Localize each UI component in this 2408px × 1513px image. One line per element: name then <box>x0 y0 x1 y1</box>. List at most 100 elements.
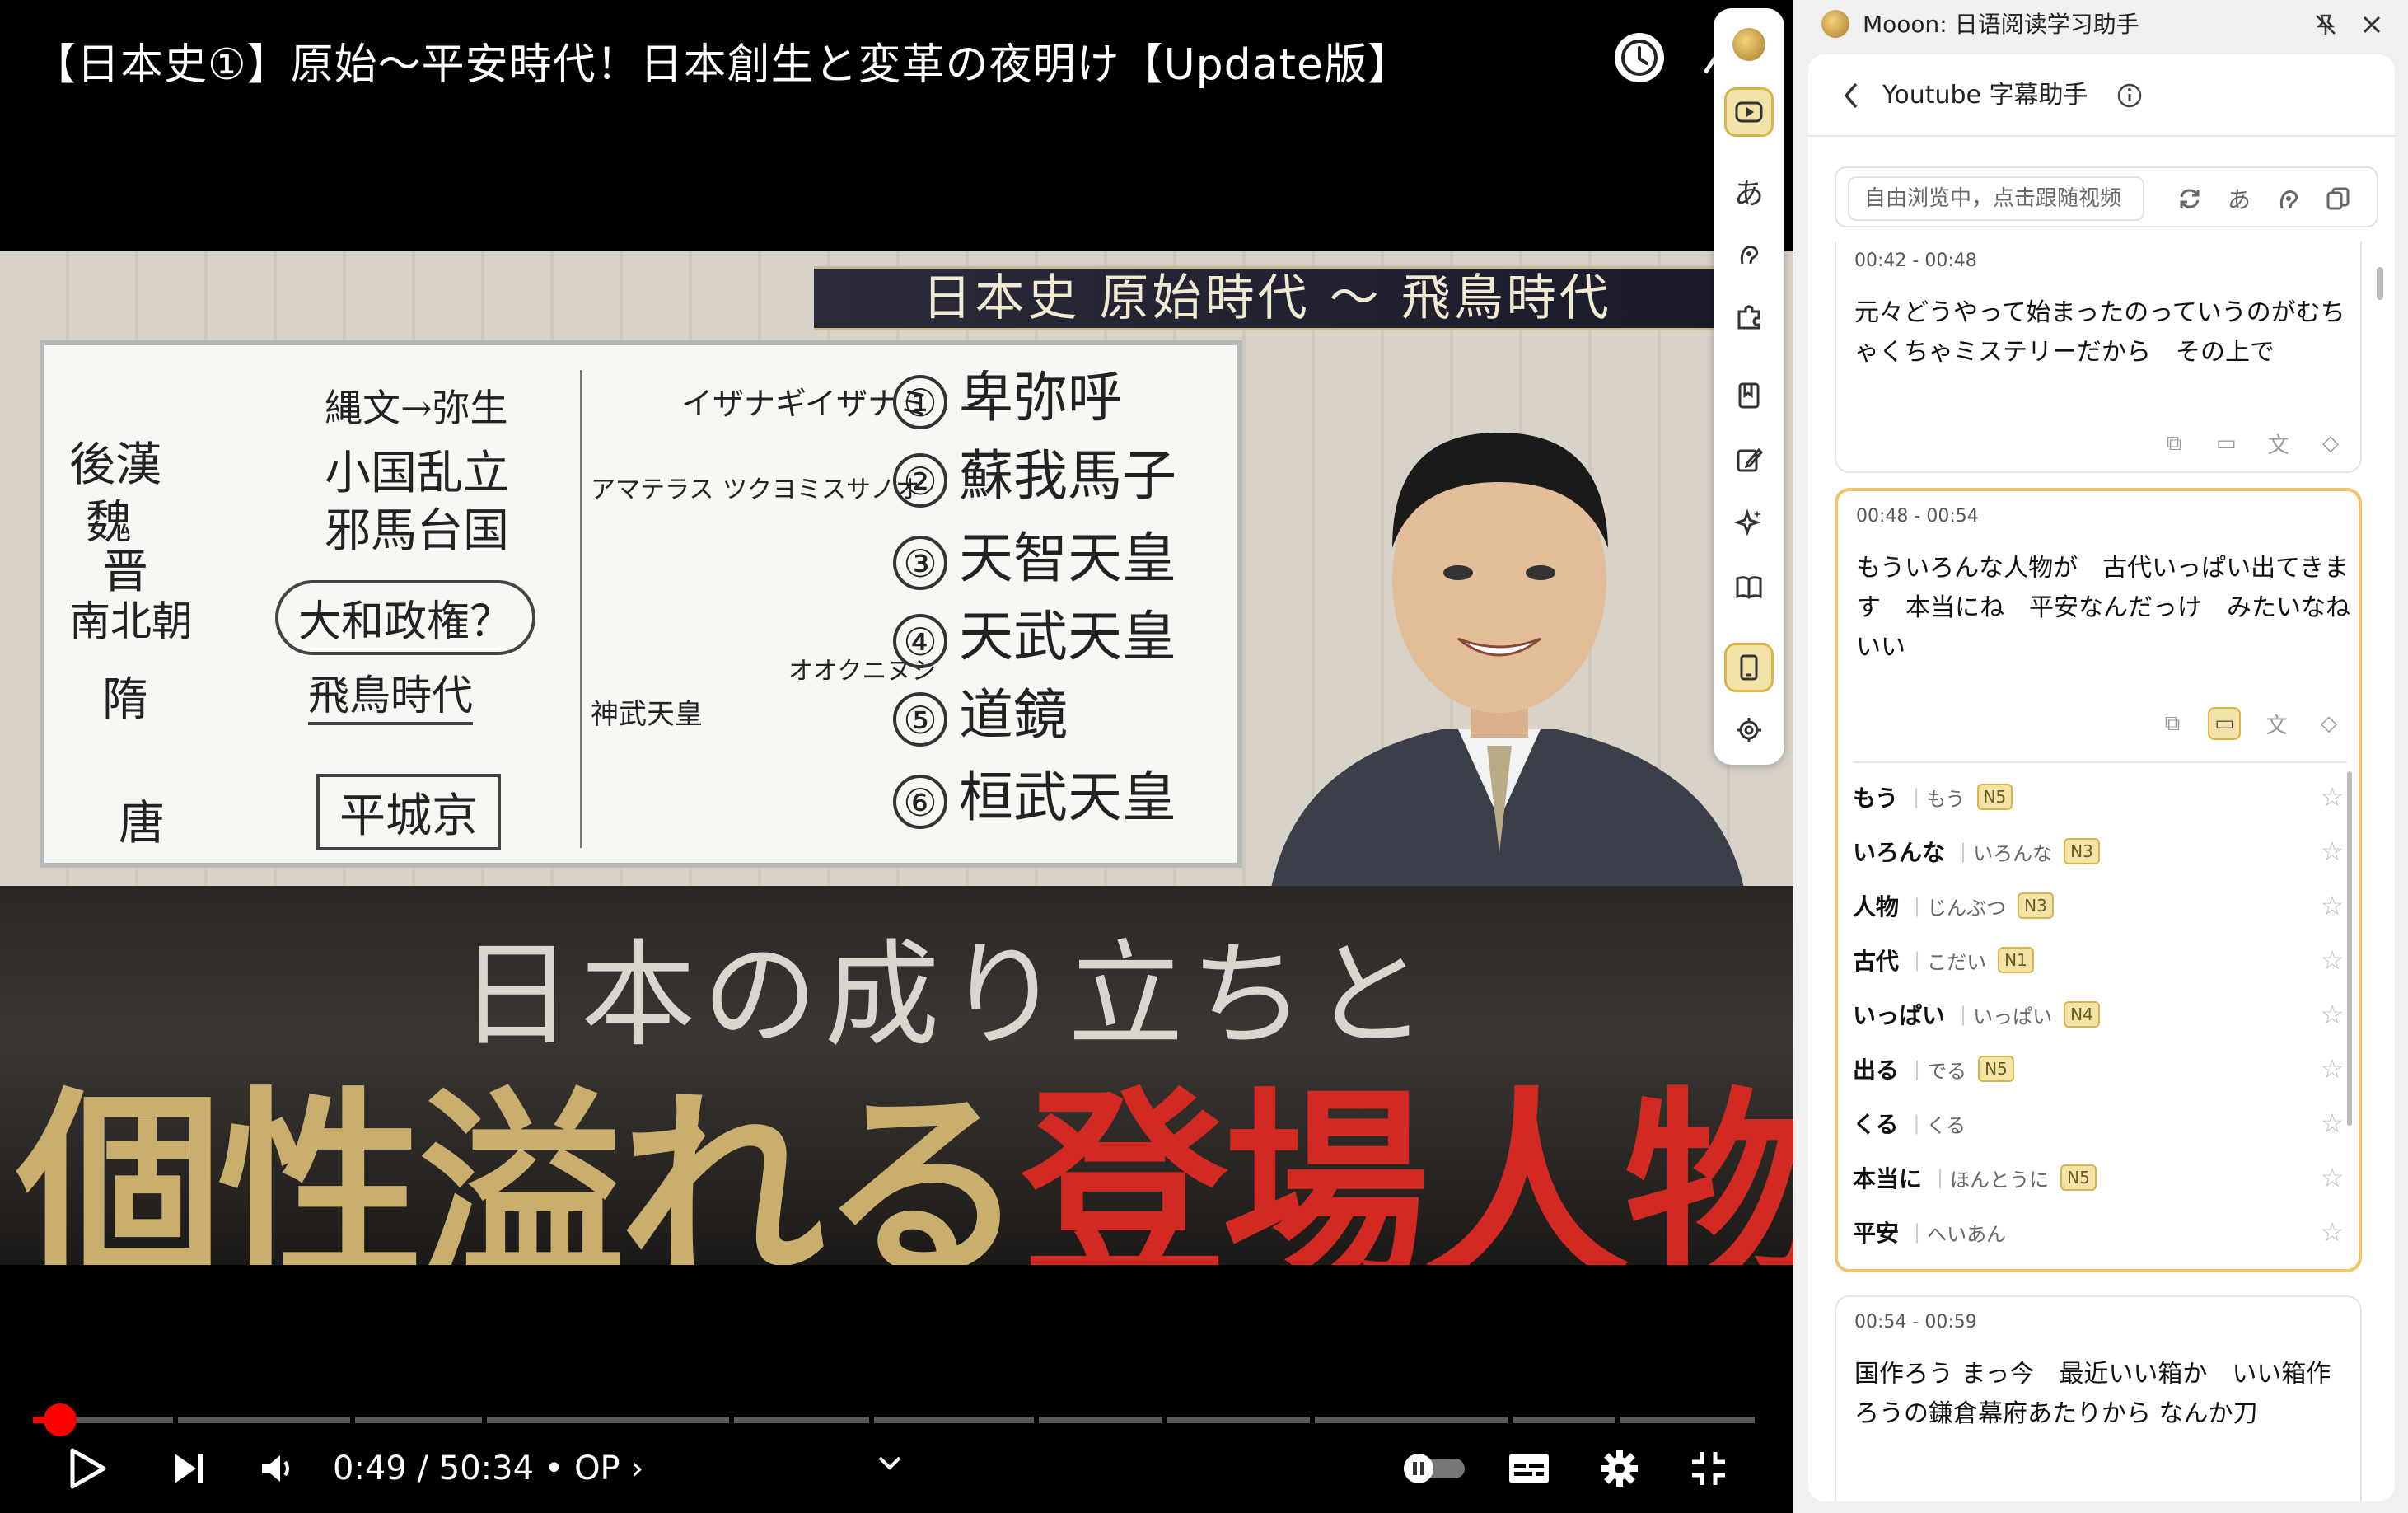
jlpt-level-badge: N5 <box>1976 784 2013 810</box>
copy-icon[interactable] <box>2321 181 2355 216</box>
headline-line2: 個性溢れる登場人物 <box>16 1022 1793 1265</box>
tablet-icon[interactable] <box>1724 643 1774 692</box>
vocab-scrollbar[interactable] <box>2347 771 2352 1126</box>
scrubber-handle[interactable] <box>44 1403 77 1436</box>
vocab-separator: | <box>1913 1112 1920 1135</box>
board-text: 神武天皇 <box>591 698 703 731</box>
back-button[interactable] <box>1835 79 1868 112</box>
edit-icon[interactable] <box>1724 435 1774 485</box>
star-icon[interactable]: ☆ <box>2317 1216 2347 1248</box>
video-title[interactable]: 【日本史①】原始〜平安時代！日本創生と変革の夜明け【Update版】 <box>33 30 1411 91</box>
star-icon[interactable]: ☆ <box>2317 1053 2347 1084</box>
vocab-word[interactable]: いろんな <box>1853 835 1945 868</box>
vocab-word[interactable]: 出る <box>1853 1052 1899 1085</box>
logo-icon[interactable] <box>1724 20 1774 69</box>
follow-video-input[interactable]: 自由浏览中，点击跟随视频 <box>1848 176 2144 221</box>
vocab-word[interactable]: もう <box>1853 780 1898 813</box>
study-icon[interactable]: ◇ <box>2314 427 2347 460</box>
translate-icon[interactable]: 文 <box>2261 707 2293 740</box>
copy-icon[interactable]: ⧉ <box>2156 707 2189 740</box>
play-button[interactable] <box>63 1444 112 1493</box>
vocab-row[interactable]: 出る | でる N5 ☆ <box>1853 1046 2347 1092</box>
subtitle-card[interactable]: 00:42 - 00:48 元々どうやって始まったのっていうのがむちゃくちゃミス… <box>1835 242 2362 473</box>
board-text: アマテラス <box>591 475 714 504</box>
subtitle-card[interactable]: 00:54 - 00:59 国作ろう まっ今 最近いい箱か いい箱作ろうの鎌倉幕… <box>1835 1295 2362 1501</box>
translate-icon[interactable]: 文 <box>2262 427 2295 460</box>
vocab-row[interactable]: いろんな | いろんな N3 ☆ <box>1853 828 2347 874</box>
sparkle-icon[interactable] <box>1724 498 1774 547</box>
study-icon[interactable]: ◇ <box>2312 707 2345 740</box>
chapter-marker <box>350 1417 355 1423</box>
subtitle-list[interactable]: 00:42 - 00:48 元々どうやって始まったのっていうのがむちゃくちゃミス… <box>1808 242 2395 1501</box>
star-icon[interactable]: ☆ <box>2317 944 2347 976</box>
vocab-row[interactable]: 本当に | ほんとうに N5 ☆ <box>1853 1155 2347 1201</box>
vocab-word[interactable]: 人物 <box>1853 889 1899 922</box>
vocab-row[interactable]: 古代 | こだい N1 ☆ <box>1853 937 2347 983</box>
star-icon[interactable]: ☆ <box>2317 781 2347 813</box>
vocab-row[interactable]: いっぱい | いっぱい N4 ☆ <box>1853 991 2347 1038</box>
subtitle-text[interactable]: 元々どうやって始まったのっていうのがむちゃくちゃミステリーだから その上で <box>1854 293 2349 372</box>
chevron-left-icon <box>1844 82 1858 109</box>
vocab-reading: いろんな <box>1973 841 2053 865</box>
vocab-row[interactable]: 人物 | じんぶつ N3 ☆ <box>1853 883 2347 929</box>
chapter-label[interactable]: OP <box>574 1450 620 1487</box>
subtitle-text[interactable]: もういろんな人物が 古代いっぱい出てきます 本当にね 平安なんだっけ みたいなね… <box>1856 549 2375 668</box>
info-icon[interactable] <box>2116 82 2143 109</box>
vocab-word[interactable]: くる <box>1853 1107 1898 1140</box>
jlpt-level-badge: N4 <box>2064 1001 2100 1028</box>
close-icon[interactable] <box>2357 10 2387 40</box>
subtitles-button[interactable] <box>1504 1444 1554 1493</box>
progress-bar[interactable] <box>33 1417 1755 1423</box>
kana-toggle-icon[interactable]: あ <box>2222 181 2256 216</box>
settings-icon[interactable] <box>1724 705 1774 755</box>
bookmark-icon[interactable]: ▭ <box>2209 427 2242 460</box>
vocab-row[interactable]: くる | くる ☆ <box>1853 1100 2347 1146</box>
time-display[interactable]: 0:49 / 50:34 • OP › <box>333 1444 643 1493</box>
star-icon[interactable]: ☆ <box>2317 999 2347 1030</box>
subtitle-time: 00:48 - 00:54 <box>1856 506 1979 527</box>
bookmark-icon[interactable] <box>1724 371 1774 420</box>
topic-banner: 日本史 原始時代 〜 飛鳥時代 <box>814 266 1720 330</box>
vocab-row[interactable]: もう | もう N5 ☆ <box>1853 774 2347 820</box>
video-frame[interactable]: 縄文→弥生 後漢 小国乱立 魏 邪馬台国 晋 南北朝 大和政権？ 隋 飛鳥時代 … <box>0 251 1793 1265</box>
exit-fullscreen-icon <box>1692 1452 1725 1485</box>
star-icon[interactable]: ☆ <box>2317 890 2347 921</box>
autoplay-toggle[interactable] <box>1400 1444 1468 1493</box>
star-icon[interactable]: ☆ <box>2317 1162 2347 1193</box>
subtitle-text[interactable]: 国作ろう まっ今 最近いい箱か いい箱作ろうの鎌倉幕府あたりから なんか刀 <box>1854 1355 2349 1434</box>
star-icon[interactable]: ☆ <box>2317 1108 2347 1139</box>
vocab-word[interactable]: 平安 <box>1853 1216 1899 1248</box>
presenter-figure <box>1269 433 1746 902</box>
vocab-word[interactable]: 古代 <box>1853 944 1899 977</box>
kana-icon[interactable]: あ <box>1724 166 1774 216</box>
bookmark-icon[interactable]: ▭ <box>2208 707 2242 740</box>
star-icon[interactable]: ☆ <box>2317 836 2347 867</box>
volume-button[interactable] <box>252 1444 302 1493</box>
vocab-separator: | <box>1914 1220 1921 1244</box>
youtube-icon[interactable] <box>1724 87 1774 137</box>
copy-icon[interactable]: ⧉ <box>2158 427 2191 460</box>
refresh-icon[interactable] <box>2172 181 2207 216</box>
exit-fullscreen-button[interactable] <box>1684 1444 1733 1493</box>
panel-titlebar: Mooon: 日语阅读学习助手 <box>1793 0 2408 49</box>
listen-icon[interactable] <box>2271 181 2306 216</box>
watch-later-icon[interactable] <box>1615 33 1664 82</box>
book-icon[interactable] <box>1724 562 1774 611</box>
listen-icon[interactable] <box>1724 229 1774 279</box>
vocab-word[interactable]: いっぱい <box>1853 998 1945 1031</box>
unpin-icon[interactable] <box>2311 10 2340 40</box>
chapter-marker <box>1162 1417 1167 1423</box>
list-scrollbar[interactable] <box>2377 267 2383 300</box>
plugin-icon[interactable] <box>1724 292 1774 341</box>
side-panel: Mooon: 日语阅读学习助手 Youtube 字幕助手 自由浏览中，点击跟随视… <box>1793 0 2408 1513</box>
video-player[interactable]: 【日本史①】原始〜平安時代！日本創生と変革の夜明け【Update版】 縄文→弥生… <box>0 0 1793 1513</box>
vocab-word[interactable]: 本当に <box>1853 1161 1922 1194</box>
settings-button[interactable] <box>1595 1444 1644 1493</box>
board-text: 隋 <box>102 673 148 727</box>
vocab-row[interactable]: 平安 | へいあん ☆ <box>1853 1209 2347 1255</box>
subtitle-card-active[interactable]: 00:48 - 00:54 もういろんな人物が 古代いっぱい出てきます 本当にね… <box>1835 488 2375 1272</box>
chevron-down-icon[interactable] <box>873 1438 906 1487</box>
vocab-separator: | <box>1960 840 1967 863</box>
board-text: 南北朝 <box>69 597 193 645</box>
next-button[interactable] <box>165 1444 214 1493</box>
